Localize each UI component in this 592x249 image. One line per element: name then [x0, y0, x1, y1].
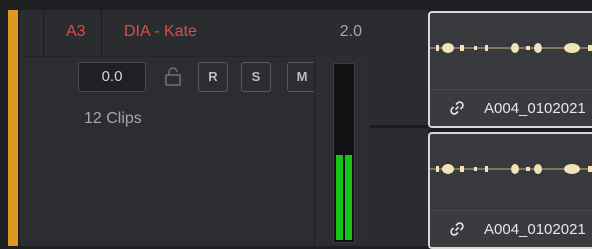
audio-meter — [333, 63, 355, 243]
audio-meter-area — [314, 55, 371, 246]
waveform — [430, 164, 592, 174]
track-channel-format: 2.0 — [339, 23, 362, 40]
track-id: A3 — [66, 23, 86, 40]
track-color-strip — [8, 10, 18, 246]
meter-bar-right — [345, 155, 352, 240]
clip-name-bar: A004_0102021 — [430, 89, 592, 126]
audio-clip-2[interactable]: A004_0102021 — [428, 132, 592, 249]
track-controls: 0.0 R S M 12 Clips — [44, 57, 317, 246]
lock-icon[interactable] — [163, 66, 183, 86]
link-icon — [450, 101, 464, 115]
record-arm-button[interactable]: R — [198, 62, 228, 92]
solo-button[interactable]: S — [241, 62, 271, 92]
audio-clip-1[interactable]: A004_0102021 — [428, 11, 592, 128]
waveform — [430, 43, 592, 53]
clip-name: A004_0102021 — [484, 100, 586, 117]
mute-button[interactable]: M — [287, 62, 317, 92]
timeline-gap — [370, 10, 428, 246]
track-name[interactable]: DIA - Kate — [124, 23, 197, 41]
track-header-panel: A3 DIA - Kate 2.0 0.0 R S M 12 Clips — [20, 10, 371, 246]
track-header-row: A3 DIA - Kate 2.0 — [20, 10, 370, 57]
volume-field[interactable]: 0.0 — [78, 62, 146, 92]
link-icon — [450, 222, 464, 236]
clip-count: 12 Clips — [84, 110, 142, 127]
clip-name-bar: A004_0102021 — [430, 210, 592, 247]
meter-bar-left — [336, 155, 343, 240]
clip-name: A004_0102021 — [484, 221, 586, 238]
